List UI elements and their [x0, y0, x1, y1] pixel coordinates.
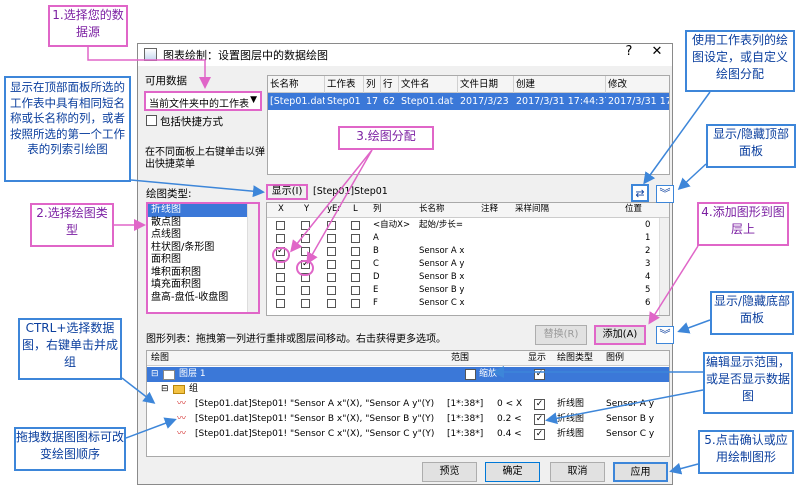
arrow-ctrl	[121, 377, 156, 404]
arrow-source	[87, 47, 211, 89]
arrow-y	[306, 149, 373, 265]
arrow-range-2	[545, 389, 704, 425]
arrow-display	[130, 179, 265, 198]
arrow-top-panel	[677, 163, 707, 191]
arrow-drag	[125, 417, 177, 439]
arrow-add	[648, 245, 699, 325]
arrow-bottom-panel	[677, 319, 711, 334]
callout-arrows	[87, 47, 711, 475]
arrow-apply	[669, 462, 699, 475]
arrow-x	[290, 149, 373, 253]
